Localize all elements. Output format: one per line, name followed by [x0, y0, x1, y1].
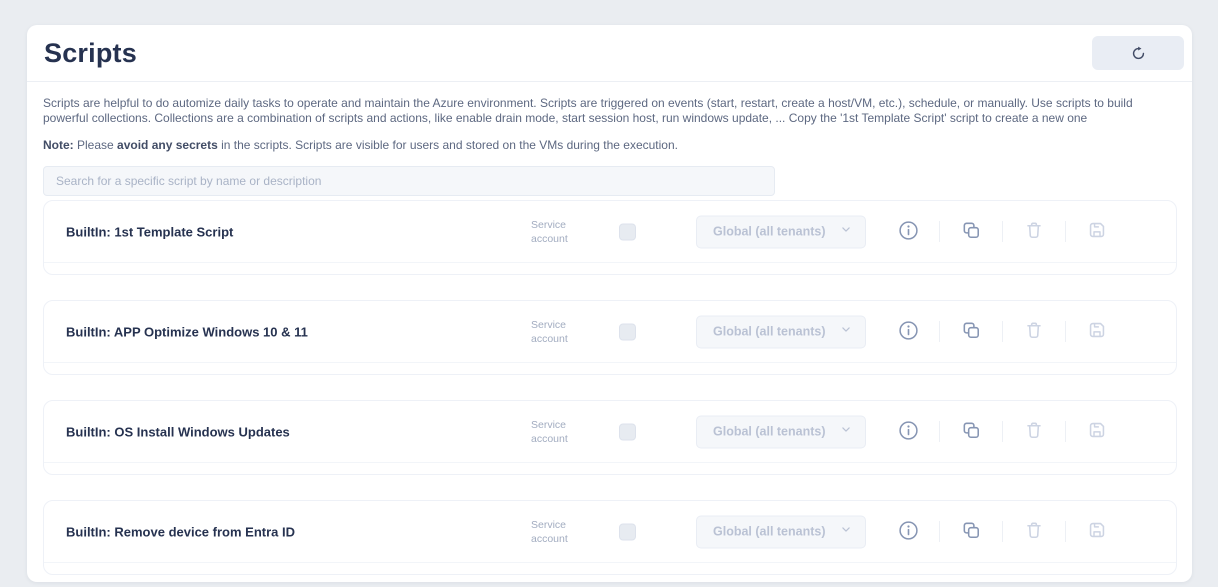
- script-name: BuiltIn: OS Install Windows Updates: [66, 424, 290, 439]
- service-account-label: Service account: [531, 517, 585, 545]
- scope-select[interactable]: Global (all tenants): [696, 415, 866, 448]
- script-row: BuiltIn: 1st Template Script Service acc…: [44, 201, 1176, 263]
- copy-icon: [961, 320, 981, 343]
- info-icon: [898, 320, 919, 344]
- panel-header: Scripts: [27, 25, 1192, 82]
- chevron-down-icon: [839, 422, 853, 441]
- service-account-checkbox[interactable]: [619, 323, 636, 340]
- note-text: in the scripts. Scripts are visible for …: [218, 138, 678, 152]
- divider: [1002, 321, 1003, 342]
- scope-selected-value: Global (all tenants): [713, 325, 826, 339]
- scope-select[interactable]: Global (all tenants): [696, 215, 866, 248]
- panel-body: Scripts are helpful to do automize daily…: [27, 82, 1192, 575]
- script-card: BuiltIn: 1st Template Script Service acc…: [43, 200, 1177, 275]
- save-button[interactable]: [1084, 519, 1110, 545]
- row-actions: [895, 319, 1110, 345]
- info-icon: [898, 220, 919, 244]
- copy-button[interactable]: [958, 219, 984, 245]
- chevron-down-icon: [839, 222, 853, 241]
- info-button[interactable]: [895, 419, 921, 445]
- service-account-checkbox[interactable]: [619, 523, 636, 540]
- trash-button[interactable]: [1021, 219, 1047, 245]
- script-row: BuiltIn: APP Optimize Windows 10 & 11 Se…: [44, 301, 1176, 363]
- scope-select[interactable]: Global (all tenants): [696, 515, 866, 548]
- note-label: Note:: [43, 138, 74, 152]
- chevron-down-icon: [839, 322, 853, 341]
- scope-selected-value: Global (all tenants): [713, 525, 826, 539]
- save-button[interactable]: [1084, 419, 1110, 445]
- search-input[interactable]: [43, 166, 775, 196]
- trash-icon: [1024, 320, 1044, 343]
- info-icon: [898, 520, 919, 544]
- script-name: BuiltIn: 1st Template Script: [66, 224, 233, 239]
- save-icon: [1087, 320, 1107, 343]
- divider: [939, 421, 940, 442]
- note: Note: Please avoid any secrets in the sc…: [43, 138, 1176, 152]
- divider: [939, 321, 940, 342]
- note-text: Please: [74, 138, 117, 152]
- scope-select[interactable]: Global (all tenants): [696, 315, 866, 348]
- refresh-icon: [1130, 45, 1147, 62]
- divider: [1065, 521, 1066, 542]
- service-account-label: Service account: [531, 217, 585, 245]
- divider: [939, 221, 940, 242]
- chevron-down-icon: [839, 522, 853, 541]
- scope-selected-value: Global (all tenants): [713, 425, 826, 439]
- service-account-checkbox[interactable]: [619, 423, 636, 440]
- trash-icon: [1024, 220, 1044, 243]
- trash-icon: [1024, 520, 1044, 543]
- divider: [1065, 321, 1066, 342]
- info-button[interactable]: [895, 219, 921, 245]
- info-icon: [898, 420, 919, 444]
- service-account-label: Service account: [531, 317, 585, 345]
- divider: [1002, 221, 1003, 242]
- copy-button[interactable]: [958, 419, 984, 445]
- copy-icon: [961, 220, 981, 243]
- script-name: BuiltIn: Remove device from Entra ID: [66, 524, 295, 539]
- row-actions: [895, 519, 1110, 545]
- save-button[interactable]: [1084, 319, 1110, 345]
- divider: [1002, 421, 1003, 442]
- page: { "header": { "title": "Scripts" }, "int…: [0, 0, 1218, 587]
- copy-button[interactable]: [958, 319, 984, 345]
- info-button[interactable]: [895, 519, 921, 545]
- row-actions: [895, 419, 1110, 445]
- copy-icon: [961, 520, 981, 543]
- script-row: BuiltIn: Remove device from Entra ID Ser…: [44, 501, 1176, 563]
- trash-button[interactable]: [1021, 319, 1047, 345]
- script-row: BuiltIn: OS Install Windows Updates Serv…: [44, 401, 1176, 463]
- script-name: BuiltIn: APP Optimize Windows 10 & 11: [66, 324, 308, 339]
- scripts-panel: Scripts Scripts are helpful to do automi…: [27, 25, 1192, 582]
- trash-button[interactable]: [1021, 419, 1047, 445]
- service-account-label: Service account: [531, 417, 585, 445]
- save-icon: [1087, 520, 1107, 543]
- divider: [939, 521, 940, 542]
- trash-button[interactable]: [1021, 519, 1047, 545]
- page-description: Scripts are helpful to do automize daily…: [43, 96, 1176, 125]
- script-card: BuiltIn: Remove device from Entra ID Ser…: [43, 500, 1177, 575]
- script-card: BuiltIn: OS Install Windows Updates Serv…: [43, 400, 1177, 475]
- save-icon: [1087, 420, 1107, 443]
- scope-selected-value: Global (all tenants): [713, 225, 826, 239]
- save-icon: [1087, 220, 1107, 243]
- divider: [1065, 421, 1066, 442]
- note-bold: avoid any secrets: [117, 138, 218, 152]
- page-title: Scripts: [44, 38, 137, 69]
- divider: [1065, 221, 1066, 242]
- copy-icon: [961, 420, 981, 443]
- copy-button[interactable]: [958, 519, 984, 545]
- divider: [1002, 521, 1003, 542]
- script-card: BuiltIn: APP Optimize Windows 10 & 11 Se…: [43, 300, 1177, 375]
- save-button[interactable]: [1084, 219, 1110, 245]
- info-button[interactable]: [895, 319, 921, 345]
- service-account-checkbox[interactable]: [619, 223, 636, 240]
- refresh-button[interactable]: [1092, 36, 1184, 70]
- trash-icon: [1024, 420, 1044, 443]
- row-actions: [895, 219, 1110, 245]
